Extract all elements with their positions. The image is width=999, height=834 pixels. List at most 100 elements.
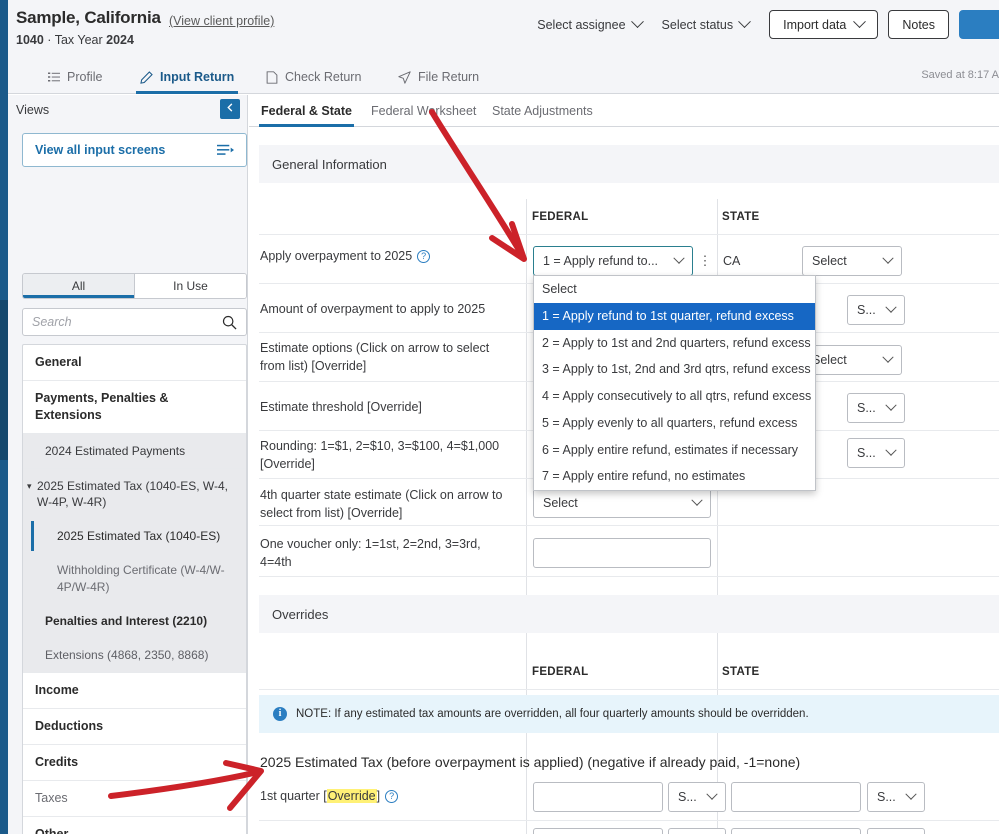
dropdown-option-3[interactable]: 3 = Apply to 1st, 2nd and 3rd qtrs, refu… bbox=[534, 356, 815, 383]
help-icon[interactable]: ? bbox=[385, 790, 398, 803]
view-all-label: View all input screens bbox=[35, 143, 165, 157]
override-note-text: NOTE: If any estimated tax amounts are o… bbox=[296, 708, 809, 720]
select-assignee-dropdown[interactable]: Select assignee bbox=[527, 12, 651, 38]
client-subtitle: 1040 · Tax Year 2024 bbox=[16, 33, 134, 47]
chevron-down-icon bbox=[673, 253, 684, 264]
state-1st-quarter-select[interactable]: S... bbox=[867, 782, 925, 812]
tab-federal-worksheet[interactable]: Federal Worksheet bbox=[369, 95, 478, 127]
tab-input-return[interactable]: Input Return bbox=[136, 60, 238, 94]
tab-file-return[interactable]: File Return bbox=[394, 60, 483, 94]
sidebar-item-credits[interactable]: Credits bbox=[23, 745, 246, 781]
sidebar-item-deductions[interactable]: Deductions bbox=[23, 709, 246, 745]
chevron-left-icon bbox=[226, 103, 235, 112]
filter-in-use-button[interactable]: In Use bbox=[134, 274, 246, 298]
main-nav-tabs: Profile Input Return Check Return File R… bbox=[8, 60, 999, 94]
federal-one-voucher-only-input[interactable] bbox=[533, 538, 711, 568]
federal-1st-quarter-select[interactable]: S... bbox=[668, 782, 726, 812]
state-amount-overpayment-value: S... bbox=[857, 303, 876, 317]
filter-all-button[interactable]: All bbox=[23, 274, 134, 298]
state-amount-overpayment-select[interactable]: S... bbox=[847, 295, 905, 325]
list-arrow-icon bbox=[217, 144, 234, 156]
notes-button[interactable]: Notes bbox=[888, 10, 949, 39]
quarter-label-prefix: 1st quarter [ bbox=[260, 789, 327, 803]
row-label-one-voucher-only: One voucher only: 1=1st, 2=2nd, 3=3rd, 4… bbox=[260, 535, 510, 571]
sidebar-item-income[interactable]: Income bbox=[23, 673, 246, 709]
sidebar-item-extensions[interactable]: Extensions (4868, 2350, 8868) bbox=[23, 638, 246, 673]
apply-overpayment-dropdown-menu[interactable]: Select 1 = Apply refund to 1st quarter, … bbox=[533, 275, 816, 491]
sidebar-search-box[interactable] bbox=[22, 308, 247, 336]
form-number: 1040 bbox=[16, 33, 44, 47]
sidebar-item-withholding-certificate[interactable]: Withholding Certificate (W-4/W-4P/W-4R) bbox=[23, 553, 246, 603]
state-rounding-select[interactable]: S... bbox=[847, 438, 905, 468]
page-header: Sample, California (View client profile)… bbox=[8, 0, 999, 60]
state-2nd-quarter-input[interactable] bbox=[731, 828, 861, 834]
state-1st-quarter-select-value: S... bbox=[877, 790, 896, 804]
header-actions: Select assignee Select status Import dat… bbox=[527, 10, 999, 39]
dropdown-option-1[interactable]: 1 = Apply refund to 1st quarter, refund … bbox=[534, 303, 815, 330]
dropdown-option-2[interactable]: 2 = Apply to 1st and 2nd quarters, refun… bbox=[534, 330, 815, 357]
subtitle-separator: · bbox=[44, 33, 55, 47]
dropdown-option-4[interactable]: 4 = Apply consecutively to all qtrs, ref… bbox=[534, 383, 815, 410]
column-header-federal: FEDERAL bbox=[532, 211, 588, 223]
sidebar-collapse-button[interactable] bbox=[220, 99, 240, 119]
overrides-column-header-state: STATE bbox=[722, 666, 760, 678]
search-input[interactable] bbox=[32, 315, 222, 329]
overrides-title: Overrides bbox=[272, 607, 328, 622]
dropdown-option-5[interactable]: 5 = Apply evenly to all quarters, refund… bbox=[534, 410, 815, 437]
chevron-down-icon bbox=[882, 253, 893, 264]
row-label-estimate-threshold: Estimate threshold [Override] bbox=[260, 398, 510, 416]
state-estimate-options-select[interactable]: Select bbox=[802, 345, 902, 375]
sidebar-item-2024-estimated-payments[interactable]: 2024 Estimated Payments bbox=[23, 434, 246, 469]
tab-state-adjustments[interactable]: State Adjustments bbox=[490, 95, 595, 127]
sidebar-group-label: 2025 Estimated Tax (1040-ES, W-4, W-4P, … bbox=[37, 479, 228, 509]
import-data-button[interactable]: Import data bbox=[769, 10, 878, 39]
sidebar-item-taxes[interactable]: Taxes bbox=[23, 781, 246, 817]
sidebar-item-payments-penalties-extensions[interactable]: Payments, Penalties & Extensions bbox=[23, 381, 246, 434]
select-assignee-label: Select assignee bbox=[537, 18, 625, 32]
federal-4th-quarter-state-estimate-select[interactable]: Select bbox=[533, 488, 711, 518]
row-options-kebab-menu[interactable]: ⋮ bbox=[698, 254, 712, 267]
row-label-amount-of-overpayment: Amount of overpayment to apply to 2025 bbox=[260, 300, 510, 318]
view-client-profile-link[interactable]: (View client profile) bbox=[169, 14, 274, 28]
state-estimate-threshold-select[interactable]: S... bbox=[847, 393, 905, 423]
tab-check-return-label: Check Return bbox=[285, 70, 361, 84]
dropdown-option-select[interactable]: Select bbox=[534, 276, 815, 303]
federal-1st-quarter-input[interactable] bbox=[533, 782, 663, 812]
federal-2nd-quarter-input[interactable] bbox=[533, 828, 663, 834]
chevron-down-icon bbox=[885, 445, 896, 456]
state-apply-overpayment-select[interactable]: Select bbox=[802, 246, 902, 276]
send-icon bbox=[398, 71, 411, 84]
import-data-label: Import data bbox=[783, 18, 846, 32]
sidebar-item-2025-estimated-tax-1040es[interactable]: 2025 Estimated Tax (1040-ES) bbox=[23, 519, 246, 553]
row-label-text: Apply overpayment to 2025 bbox=[260, 249, 412, 263]
dropdown-option-7[interactable]: 7 = Apply entire refund, no estimates bbox=[534, 463, 815, 490]
sidebar-item-penalties-and-interest[interactable]: Penalties and Interest (2210) bbox=[23, 604, 246, 638]
pencil-icon bbox=[140, 71, 153, 84]
state-apply-overpayment-value: Select bbox=[812, 254, 847, 268]
chevron-down-icon: ▾ bbox=[27, 480, 32, 492]
sidebar-item-2025-estimated-tax-group[interactable]: ▾ 2025 Estimated Tax (1040-ES, W-4, W-4P… bbox=[23, 469, 246, 519]
primary-action-button[interactable] bbox=[959, 10, 999, 39]
tax-year-value: 2024 bbox=[106, 33, 134, 47]
federal-apply-overpayment-select[interactable]: 1 = Apply refund to... bbox=[533, 246, 693, 276]
chevron-down-icon bbox=[885, 400, 896, 411]
federal-2nd-quarter-select[interactable] bbox=[668, 828, 726, 834]
saved-status-text: Saved at 8:17 A bbox=[921, 69, 999, 81]
select-status-dropdown[interactable]: Select status bbox=[652, 12, 760, 38]
state-2nd-quarter-select[interactable] bbox=[867, 828, 925, 834]
overrides-column-header-federal: FEDERAL bbox=[532, 666, 588, 678]
sidebar-item-other[interactable]: Other bbox=[23, 817, 246, 834]
view-all-input-screens-button[interactable]: View all input screens bbox=[22, 133, 247, 167]
tab-check-return[interactable]: Check Return bbox=[262, 60, 365, 94]
search-icon[interactable] bbox=[222, 315, 237, 330]
sidebar-item-general[interactable]: General bbox=[23, 345, 246, 381]
tab-profile[interactable]: Profile bbox=[44, 60, 106, 94]
chevron-down-icon bbox=[738, 15, 751, 28]
chevron-down-icon bbox=[882, 352, 893, 363]
sidebar: Views View all input screens All In Use bbox=[8, 95, 248, 834]
header-row-divider bbox=[259, 234, 999, 235]
dropdown-option-6[interactable]: 6 = Apply entire refund, estimates if ne… bbox=[534, 437, 815, 464]
tab-federal-and-state[interactable]: Federal & State bbox=[259, 95, 354, 127]
state-1st-quarter-input[interactable] bbox=[731, 782, 861, 812]
help-icon[interactable]: ? bbox=[417, 250, 430, 263]
